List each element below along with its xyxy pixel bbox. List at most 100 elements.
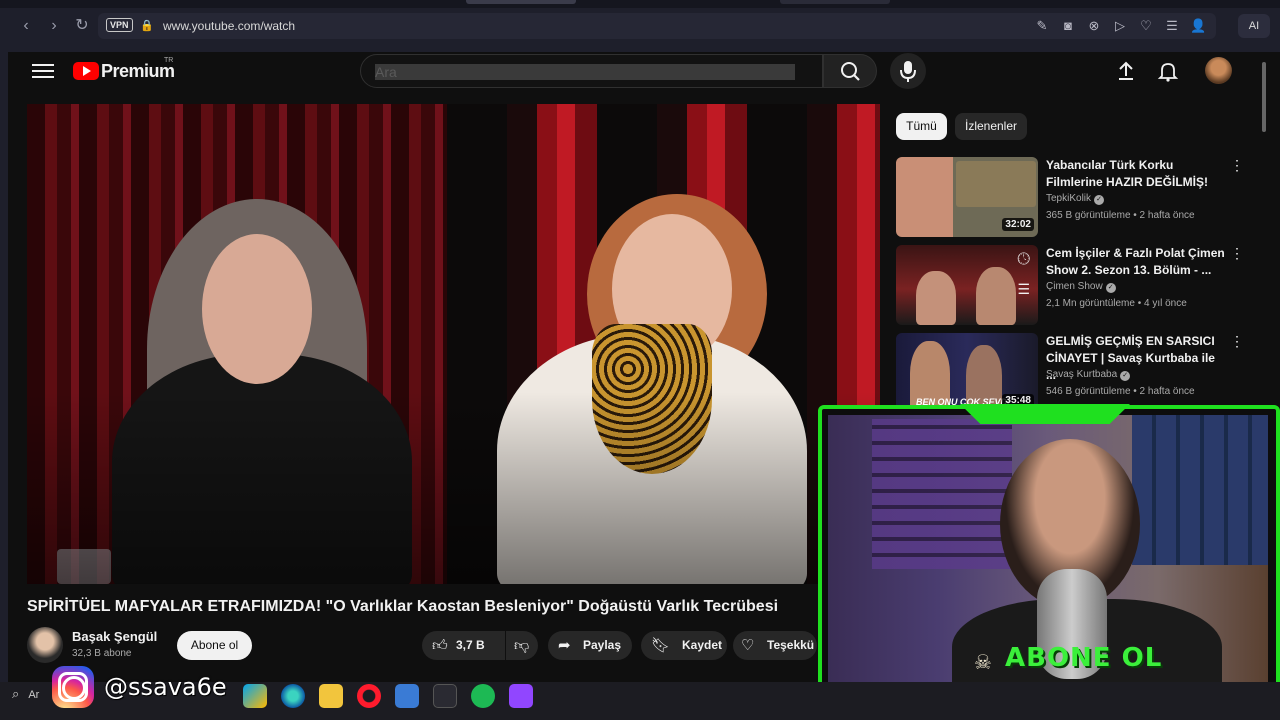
search-input[interactable]	[375, 62, 795, 82]
url-text[interactable]: www.youtube.com/watch	[163, 19, 295, 33]
browser-sidebar-rail	[0, 52, 8, 682]
subscriber-count: 32,3 B abone	[72, 648, 132, 659]
thumbs-down-icon: 👎︎	[514, 637, 530, 654]
bookmark-icon: 🔖︎	[651, 637, 671, 654]
channel-name[interactable]: Başak Şengül	[72, 629, 157, 644]
heart-icon[interactable]: ♡	[1138, 18, 1154, 34]
thumbnail-person	[976, 267, 1016, 325]
lock-icon[interactable]: 🔒	[140, 19, 154, 32]
opera-browser-icon[interactable]	[357, 684, 381, 708]
like-button[interactable]: 👍︎ 3,7 B	[422, 631, 505, 660]
recommendation-thumbnail[interactable]: 32:02	[896, 157, 1038, 237]
edge-browser-icon[interactable]	[281, 684, 305, 708]
verified-icon: ✓	[1105, 283, 1116, 293]
share-label: Paylaş	[583, 638, 622, 652]
webcam-posters	[1132, 415, 1268, 565]
ai-label: AI	[1248, 20, 1260, 32]
region-code: TR	[164, 57, 174, 64]
profile-icon[interactable]: 👤	[1190, 18, 1206, 34]
recommendation-channel[interactable]: TepkiKolik ✓	[1046, 193, 1105, 205]
mic-icon	[900, 61, 916, 82]
copilot-icon[interactable]	[243, 684, 267, 708]
thumbnail-person	[916, 271, 956, 325]
more-options-icon[interactable]: ⋮	[1230, 333, 1244, 350]
subscribe-overlay-text: ABONE OL	[1005, 643, 1163, 673]
edit-icon[interactable]: ✎	[1034, 18, 1050, 34]
save-button[interactable]: 🔖︎ Kaydet	[641, 631, 727, 660]
taskbar-search-icon: ⌕	[12, 686, 20, 701]
recommendation-thumbnail[interactable]: 🕓︎ ☰	[896, 245, 1038, 325]
verified-icon: ✓	[1094, 195, 1105, 205]
verified-icon: ✓	[1120, 371, 1131, 381]
recommendation-thumbnail[interactable]: BEN ONU ÇOK SEVDİ 35:48	[896, 333, 1038, 413]
channel-label: TepkiKolik	[1046, 193, 1092, 204]
heart-dollar-icon: ♡	[741, 637, 755, 654]
adblock-icon[interactable]: ⊗	[1086, 18, 1102, 34]
reload-icon[interactable]: ↻	[72, 16, 92, 36]
search-button[interactable]	[823, 54, 877, 88]
thumbnail-inset	[956, 161, 1036, 207]
twitch-icon[interactable]	[509, 684, 533, 708]
recommendation-title[interactable]: Yabancılar Türk Korku Filmlerine HAZIR D…	[1046, 157, 1226, 191]
recommendation-channel[interactable]: Savaş Kurtbaba ✓	[1046, 369, 1131, 381]
channel-avatar[interactable]	[27, 627, 63, 663]
watch-later-icon[interactable]: 🕓︎	[1017, 251, 1030, 269]
skull-icon: ☠	[974, 652, 992, 674]
notifications-bell-icon[interactable]	[1157, 60, 1179, 82]
play-icon[interactable]: ▷	[1112, 18, 1128, 34]
recommendation-meta: 2,1 Mn görüntüleme • 4 yıl önce	[1046, 298, 1187, 309]
recommendation-item[interactable]: 32:02 Yabancılar Türk Korku Filmlerine H…	[896, 157, 1246, 241]
like-count: 3,7 B	[456, 638, 485, 652]
camera-icon[interactable]: ◙	[1060, 18, 1076, 33]
recommendation-channel[interactable]: Çimen Show ✓	[1046, 281, 1116, 293]
hamburger-menu-icon[interactable]	[32, 60, 54, 82]
video-shade	[27, 104, 880, 584]
address-bar[interactable]: VPN 🔒 www.youtube.com/watch ✎ ◙ ⊗ ▷ ♡ ☰ …	[98, 13, 1216, 39]
share-icon: ➦	[558, 637, 571, 654]
channel-label: Çimen Show	[1046, 281, 1103, 292]
webcam-shelves	[872, 419, 1012, 569]
more-options-icon[interactable]: ⋮	[1230, 157, 1244, 174]
forward-icon[interactable]: ›	[44, 16, 64, 36]
dislike-button[interactable]: 👎︎	[506, 631, 538, 660]
account-avatar[interactable]	[1205, 57, 1232, 84]
voice-search-button[interactable]	[890, 53, 926, 89]
instagram-handle: @ssava6e	[104, 673, 227, 701]
file-explorer-icon[interactable]	[319, 684, 343, 708]
browser-tab[interactable]	[780, 0, 890, 4]
list-icon[interactable]: ☰	[1164, 18, 1180, 34]
search-box[interactable]	[360, 54, 823, 88]
chip-all[interactable]: Tümü	[896, 113, 947, 140]
video-duration: 32:02	[1002, 218, 1034, 231]
youtube-logo-icon[interactable]	[73, 62, 99, 80]
add-to-queue-icon[interactable]: ☰	[1017, 281, 1030, 298]
recommendation-meta: 365 B görüntüleme • 2 hafta önce	[1046, 210, 1195, 221]
back-icon[interactable]: ‹	[16, 16, 36, 36]
taskbar-search-label: Ar	[28, 689, 40, 701]
recommendation-item[interactable]: 🕓︎ ☰ Cem İşçiler & Fazlı Polat Çimen Sho…	[896, 245, 1246, 329]
save-label: Kaydet	[682, 638, 723, 652]
brand-text[interactable]: Premium	[101, 61, 175, 82]
channel-label: Savaş Kurtbaba	[1046, 369, 1118, 380]
vpn-badge[interactable]: VPN	[106, 18, 133, 32]
scrollbar-thumb[interactable]	[1262, 62, 1266, 132]
thumbs-up-icon: 👍︎	[432, 637, 448, 654]
subscribe-button[interactable]: Abone ol	[177, 631, 252, 660]
recommendation-title[interactable]: Cem İşçiler & Fazlı Polat Çimen Show 2. …	[1046, 245, 1226, 279]
recommendation-meta: 546 B görüntüleme • 2 hafta önce	[1046, 386, 1195, 397]
ai-button[interactable]: AI	[1238, 14, 1270, 38]
mail-icon[interactable]	[395, 684, 419, 708]
video-title: SPİRİTÜEL MAFYALAR ETRAFIMIZDA! "O Varlı…	[27, 598, 779, 615]
more-options-icon[interactable]: ⋮	[1230, 245, 1244, 262]
browser-tabstrip	[0, 0, 1280, 8]
thanks-button[interactable]: ♡ Teşekkü	[733, 631, 817, 660]
opera-gx-icon[interactable]	[433, 684, 457, 708]
thanks-label: Teşekkü	[767, 638, 815, 652]
upload-icon[interactable]	[1115, 60, 1137, 82]
share-button[interactable]: ➦ Paylaş	[548, 631, 632, 660]
browser-tab[interactable]	[466, 0, 576, 4]
chip-watched[interactable]: İzlenenler	[955, 113, 1027, 140]
video-player[interactable]	[27, 104, 880, 584]
spotify-icon[interactable]	[471, 684, 495, 708]
instagram-icon	[52, 666, 94, 708]
